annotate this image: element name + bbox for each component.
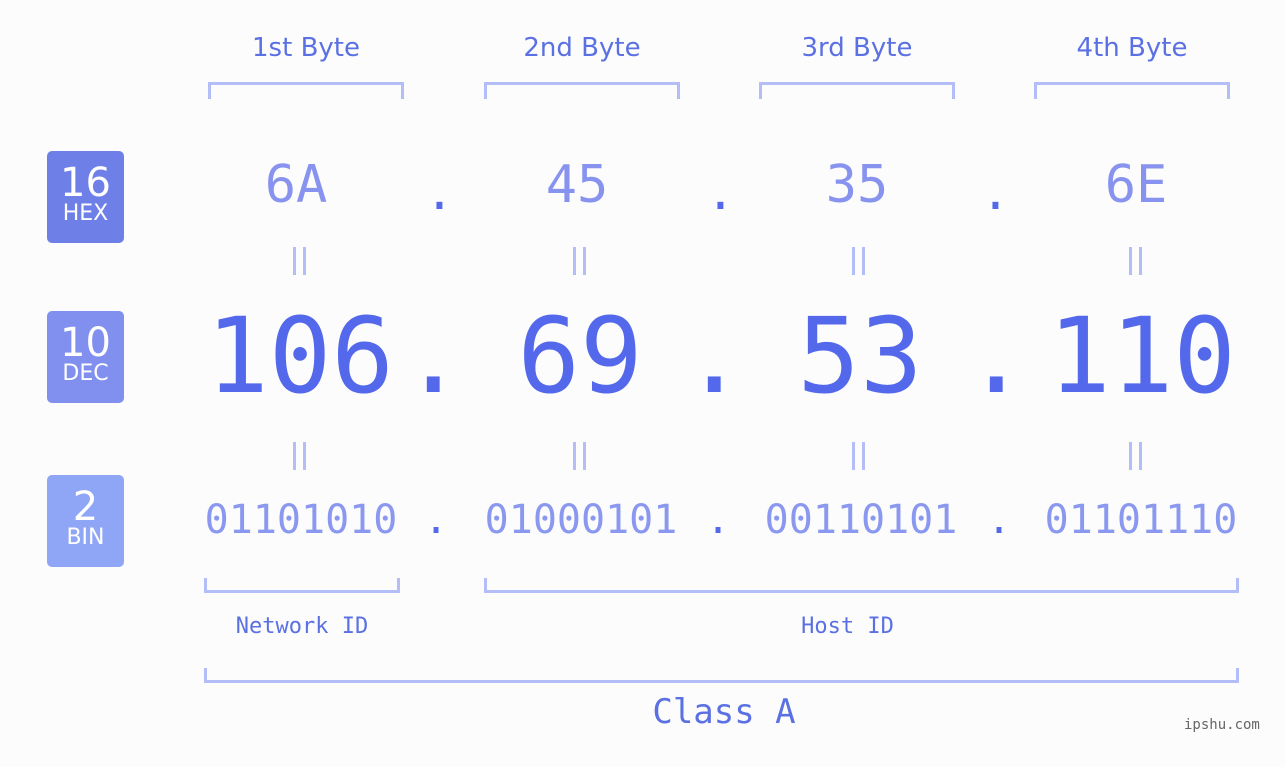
- dec-value-1: 106: [206, 295, 394, 417]
- byte-bracket-1: [208, 82, 404, 99]
- byte-label-3: 3rd Byte: [801, 33, 913, 63]
- hex-badge-label: HEX: [62, 201, 109, 226]
- bin-value-1: 01101010: [204, 497, 398, 543]
- dec-dot-2: .: [683, 295, 746, 417]
- network-id-label: Network ID: [235, 614, 369, 639]
- hex-dot-3: .: [981, 165, 1010, 221]
- bin-badge-label: BIN: [66, 525, 105, 550]
- bin-value-2: 01000101: [484, 497, 678, 543]
- hex-dot-1: .: [425, 165, 454, 221]
- equals-icon: [852, 442, 865, 470]
- bin-dot-3: .: [987, 497, 1012, 543]
- hex-badge-number: 16: [60, 160, 111, 206]
- dec-dot-1: .: [402, 295, 465, 417]
- dec-value-3: 53: [797, 295, 923, 417]
- hex-value-3: 35: [825, 155, 889, 215]
- network-id-bracket: [204, 578, 400, 593]
- equals-icon: [573, 442, 586, 470]
- hex-value-1: 6A: [264, 155, 328, 215]
- hex-value-4: 6E: [1104, 155, 1168, 215]
- bin-dot-2: .: [706, 497, 731, 543]
- byte-bracket-3: [759, 82, 955, 99]
- class-bracket: [204, 668, 1239, 683]
- dec-badge-label: DEC: [62, 361, 109, 386]
- host-id-bracket: [484, 578, 1239, 593]
- equals-icon: [1129, 247, 1142, 275]
- dec-badge: 10 DEC: [47, 311, 124, 403]
- byte-label-2: 2nd Byte: [523, 33, 641, 63]
- dec-value-2: 69: [517, 295, 643, 417]
- byte-bracket-2: [484, 82, 680, 99]
- equals-icon: [852, 247, 865, 275]
- host-id-label: Host ID: [801, 614, 894, 639]
- hex-value-2: 45: [545, 155, 609, 215]
- watermark: ipshu.com: [1184, 717, 1260, 733]
- hex-badge: 16 HEX: [47, 151, 124, 243]
- byte-label-4: 4th Byte: [1076, 33, 1188, 63]
- bin-badge-number: 2: [72, 484, 99, 530]
- equals-icon: [573, 247, 586, 275]
- class-label: Class A: [652, 692, 796, 732]
- equals-icon: [293, 247, 306, 275]
- dec-badge-number: 10: [60, 320, 111, 366]
- hex-dot-2: .: [706, 165, 735, 221]
- bin-value-3: 00110101: [764, 497, 958, 543]
- dec-dot-3: .: [965, 295, 1028, 417]
- bin-badge: 2 BIN: [47, 475, 124, 567]
- dec-value-4: 110: [1048, 295, 1236, 417]
- equals-icon: [1129, 442, 1142, 470]
- bin-dot-1: .: [424, 497, 449, 543]
- equals-icon: [293, 442, 306, 470]
- byte-bracket-4: [1034, 82, 1230, 99]
- bin-value-4: 01101110: [1044, 497, 1238, 543]
- byte-label-1: 1st Byte: [252, 33, 360, 63]
